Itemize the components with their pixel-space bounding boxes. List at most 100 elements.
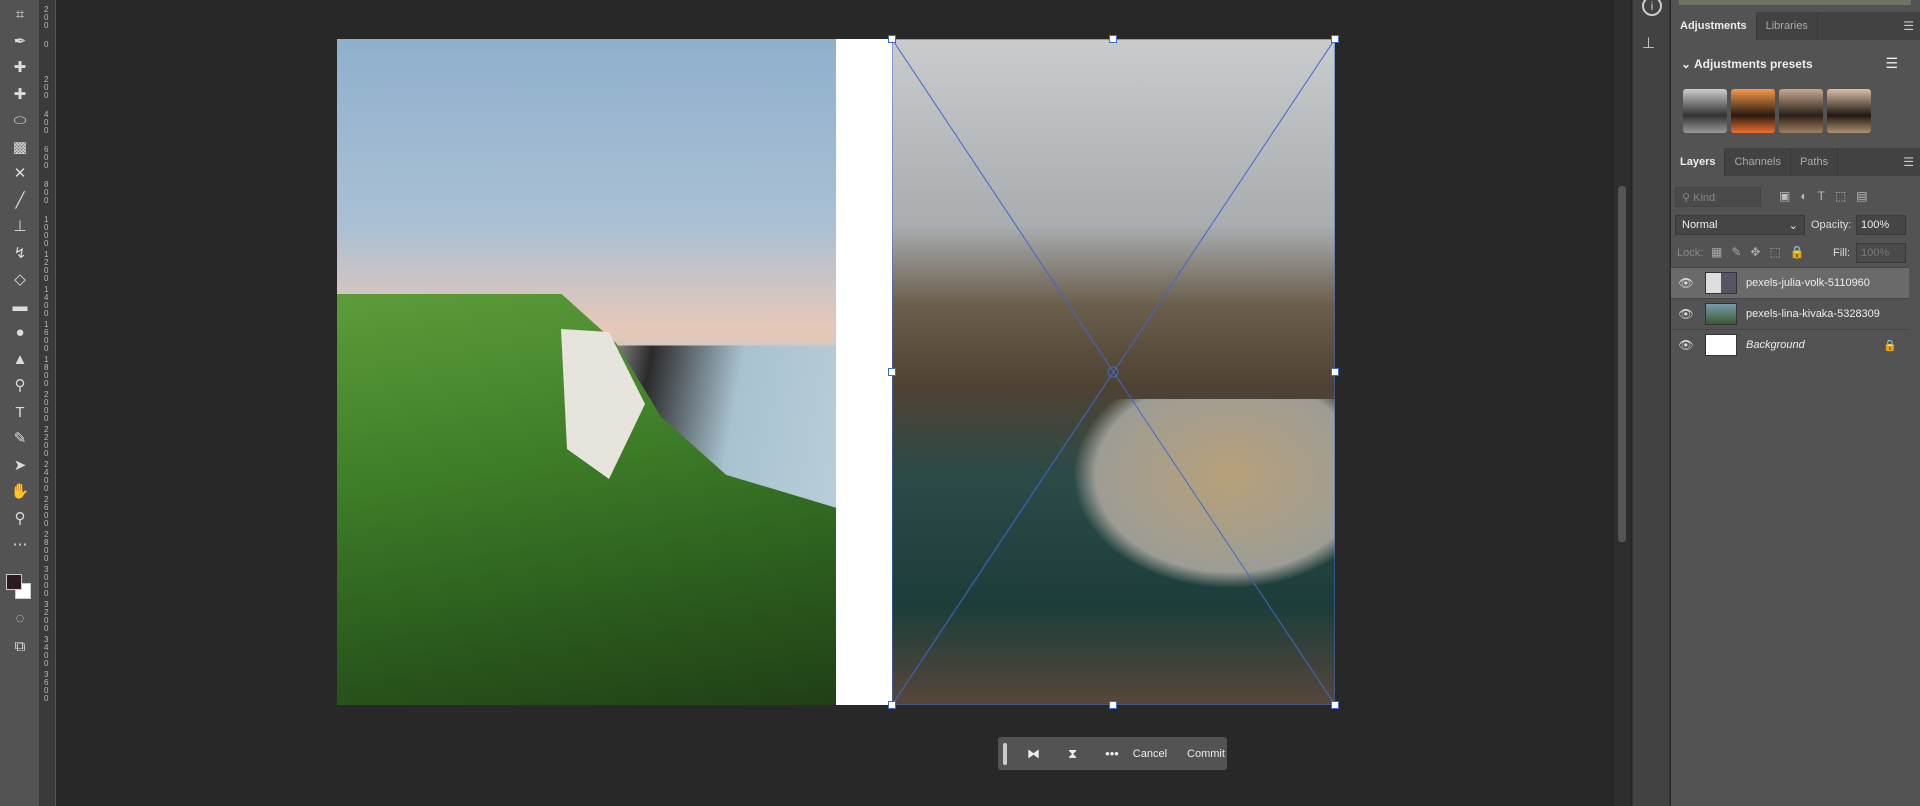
ruler-tick-label: 3000 — [44, 566, 52, 598]
ruler-tick-label: 3600 — [44, 671, 52, 703]
transform-handle[interactable] — [1331, 35, 1339, 43]
transform-handle[interactable] — [888, 701, 896, 709]
ruler-tick-label: 2400 — [44, 461, 52, 493]
fill-input[interactable]: 100% — [1856, 243, 1906, 263]
lock-icon: 🔒 — [1883, 339, 1897, 352]
opacity-label: Opacity: — [1811, 219, 1851, 231]
ruler-tick-label: 600 — [44, 146, 52, 170]
ruler-tick-label: 1800 — [44, 356, 52, 388]
blur-icon[interactable]: ● — [8, 322, 32, 344]
content-aware-icon[interactable]: ▩ — [8, 137, 32, 159]
adjustments-presets-header[interactable]: ⌄ Adjustments presets — [1681, 57, 1813, 71]
flip-vertical-icon[interactable]: ⧗ — [1068, 746, 1077, 762]
commit-button[interactable]: Commit — [1187, 748, 1225, 760]
ruler-tick-label: 200 — [44, 6, 52, 30]
healing-brush-icon[interactable]: ✚ — [8, 84, 32, 106]
ruler-tick-label: 3400 — [44, 636, 52, 668]
ruler-tick-label: 800 — [44, 181, 52, 205]
more-options-icon[interactable]: ••• — [1105, 746, 1119, 761]
red-eye-icon[interactable]: ✕ — [8, 163, 32, 185]
transform-handle[interactable] — [1109, 701, 1117, 709]
screen-mode-icon[interactable]: ⧉ — [8, 636, 32, 658]
transform-box[interactable] — [892, 39, 1335, 705]
cancel-button[interactable]: Cancel — [1133, 748, 1167, 760]
tab-adjustments[interactable]: Adjustments — [1671, 12, 1757, 40]
vertical-ruler: 2000200400600800100012001400160018002000… — [40, 0, 56, 806]
spot-healing-icon[interactable]: ✚ — [8, 57, 32, 79]
tools-panel: ⌗ ✒ ✚ ✚ ⬭ ▩ ✕ ╱ ⊥ ↯ ◇ ▬ ● ▲ ⚲ T ✎ ➤ ✋ ⚲ ⋯ ◌ ⧉ — [0, 0, 40, 806]
eye-icon[interactable]: 👁 — [1671, 338, 1701, 352]
ruler-tick-label: 3200 — [44, 601, 52, 633]
eyedropper-icon[interactable]: ✒ — [8, 31, 32, 53]
panel-icon-column: i ⊥ — [1632, 0, 1670, 806]
layer-filter-select[interactable]: ⚲ Kind — [1675, 187, 1761, 207]
foreground-color-swatch[interactable] — [6, 574, 22, 590]
preset-thumbnail[interactable] — [1683, 89, 1727, 133]
tab-libraries[interactable]: Libraries — [1757, 12, 1818, 40]
canvas-scrollbar[interactable] — [1614, 0, 1630, 806]
ruler-tick-label: 1400 — [44, 286, 52, 318]
transform-handle[interactable] — [1331, 368, 1339, 376]
clone-stamp-icon[interactable]: ⊥ — [8, 216, 32, 238]
sharpen-icon[interactable]: ▲ — [8, 349, 32, 371]
type-icon[interactable]: T — [8, 402, 32, 424]
path-selection-icon[interactable]: ➤ — [8, 455, 32, 477]
preset-thumbnail[interactable] — [1827, 89, 1871, 133]
more-icon[interactable]: ⋯ — [8, 534, 32, 556]
ruler-tick-label: 2800 — [44, 531, 52, 563]
fill-label: Fill: — [1833, 247, 1850, 259]
lock-icons[interactable]: ▦✎✥⬚🔒 — [1711, 245, 1814, 259]
ruler-tick-label: 2600 — [44, 496, 52, 528]
tab-layers[interactable]: Layers — [1671, 148, 1725, 176]
history-brush-icon[interactable]: ↯ — [8, 243, 32, 265]
preset-thumbnail[interactable] — [1731, 89, 1775, 133]
flip-horizontal-icon[interactable]: ⧓ — [1027, 746, 1040, 762]
list-view-icon[interactable]: ☰ — [1885, 55, 1898, 72]
ruler-tick-label: 200 — [44, 76, 52, 100]
pen-icon[interactable]: ✎ — [8, 428, 32, 450]
eraser-icon[interactable]: ◇ — [8, 269, 32, 291]
properties-stamp-icon[interactable]: ⊥ — [1642, 34, 1655, 52]
ruler-tick-label: 1200 — [44, 251, 52, 283]
color-panel-strip — [1679, 0, 1911, 5]
hand-icon[interactable]: ✋ — [8, 481, 32, 503]
transform-handle[interactable] — [1109, 35, 1117, 43]
ruler-tick-label: 2000 — [44, 391, 52, 423]
transform-handle[interactable] — [1331, 701, 1339, 709]
transform-handle[interactable] — [888, 35, 896, 43]
lock-label: Lock: — [1677, 247, 1703, 259]
panel-menu-icon[interactable]: ☰ — [1903, 155, 1914, 169]
chevron-down-icon: ⌄ — [1681, 57, 1694, 71]
panel-menu-icon[interactable]: ☰ — [1903, 19, 1914, 33]
gradient-icon[interactable]: ▬ — [8, 296, 32, 318]
patch-icon[interactable]: ⬭ — [8, 110, 32, 132]
photo-cliffs — [337, 39, 836, 705]
ruler-tick-label: 2200 — [44, 426, 52, 458]
eye-icon[interactable]: 👁 — [1671, 276, 1701, 290]
layer-row[interactable]: 👁pexels-lina-kivaka-5328309 — [1671, 298, 1909, 329]
transform-handle[interactable] — [888, 368, 896, 376]
zoom-icon[interactable]: ⚲ — [8, 508, 32, 530]
layer-row[interactable]: 👁pexels-julia-volk-5110960 — [1671, 267, 1909, 298]
ruler-tick-label: 0 — [44, 41, 52, 49]
blend-mode-select[interactable]: Normal⌄ — [1675, 215, 1805, 235]
right-panels: Adjustments Libraries ☰ ⌄ Adjustments pr… — [1671, 0, 1920, 806]
layer-row[interactable]: 👁Background🔒 — [1671, 329, 1909, 360]
tab-paths[interactable]: Paths — [1791, 148, 1838, 176]
ruler-tick-label: 1000 — [44, 216, 52, 248]
ruler-tick-label: 1600 — [44, 321, 52, 353]
info-icon[interactable]: i — [1642, 0, 1662, 16]
drag-handle[interactable] — [1003, 743, 1007, 765]
layer-filter-icons[interactable]: ▣◐T⬚▤ — [1779, 189, 1878, 203]
eye-icon[interactable]: 👁 — [1671, 307, 1701, 321]
quick-mask-icon[interactable]: ◌ — [8, 608, 32, 630]
preset-thumbnail[interactable] — [1779, 89, 1823, 133]
brush-icon[interactable]: ╱ — [8, 190, 32, 212]
crop-icon[interactable]: ⌗ — [8, 4, 32, 26]
ruler-tick-label: 400 — [44, 111, 52, 135]
document-canvas[interactable] — [337, 39, 1335, 705]
dodge-icon[interactable]: ⚲ — [8, 375, 32, 397]
contextual-task-bar: ⧓ ⧗ ••• Cancel Commit — [998, 737, 1227, 770]
tab-channels[interactable]: Channels — [1725, 148, 1790, 176]
opacity-input[interactable]: 100% — [1856, 215, 1906, 235]
